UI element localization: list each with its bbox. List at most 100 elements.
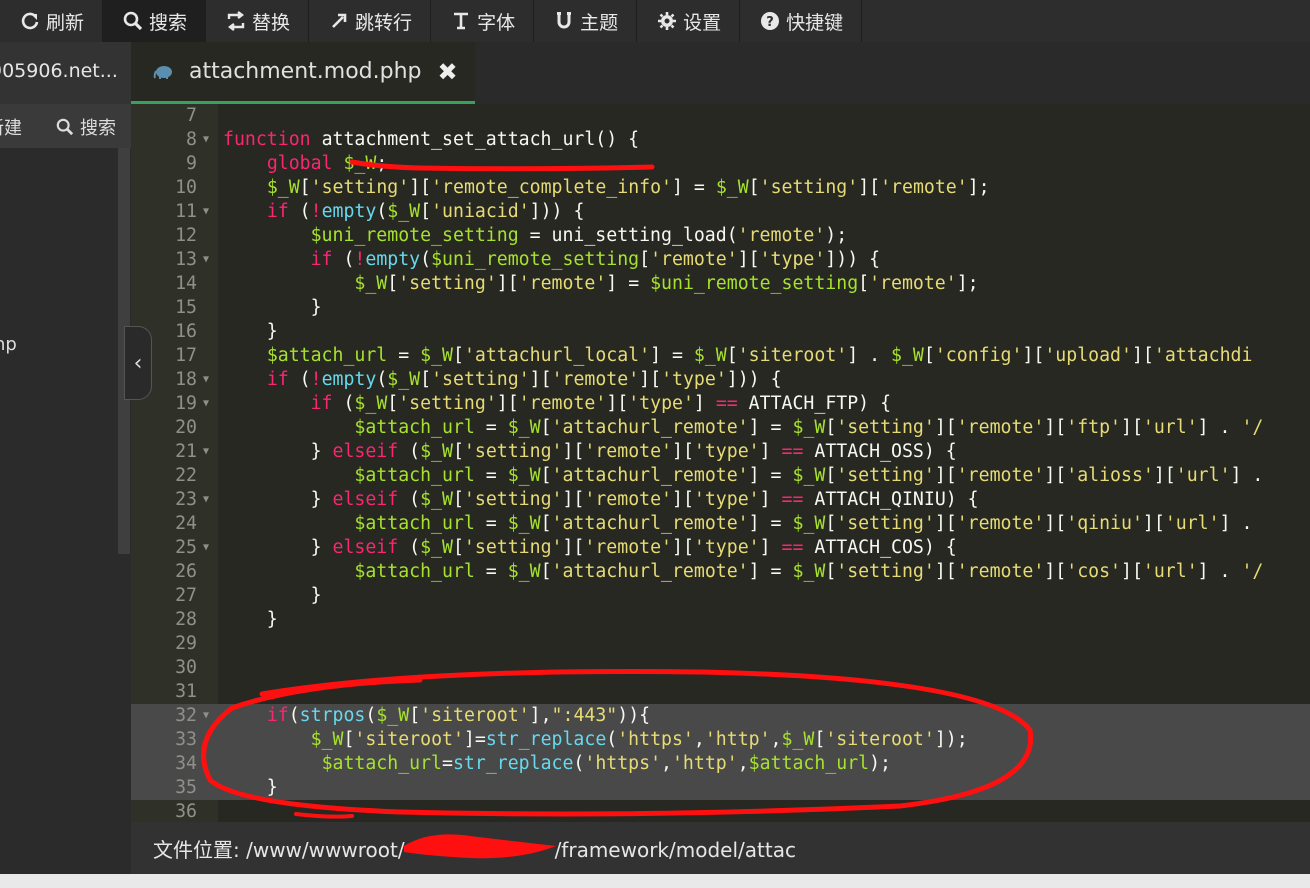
code-line[interactable]: 18 ▼ if (!empty($_W['setting']['remote'][… — [131, 368, 1310, 392]
fold-arrow-icon[interactable]: ▼ — [203, 368, 209, 392]
sidebar-file-item[interactable]: np — [0, 334, 17, 355]
code-text: global $_W; — [266, 153, 388, 174]
code-line[interactable]: 36 — [131, 800, 1310, 822]
line-number: 30 — [175, 657, 197, 678]
refresh-icon — [21, 12, 39, 30]
toolbar-button-4[interactable]: 字体 — [431, 0, 535, 42]
code-line[interactable]: 21 ▼ } elseif ($_W['setting']['remote']['… — [131, 440, 1310, 464]
code-line[interactable]: 30 — [131, 656, 1310, 680]
code-line[interactable]: 25 ▼ } elseif ($_W['setting']['remote']['… — [131, 536, 1310, 560]
file-path-label: 文件位置: /www/wwwroot/ /framework/model/atta… — [153, 834, 796, 863]
code-line[interactable]: 23 ▼ } elseif ($_W['setting']['remote']['… — [131, 488, 1310, 512]
line-number: 13 — [175, 249, 197, 270]
toolbar-button-label: 快捷键 — [786, 11, 844, 34]
close-tab-icon[interactable]: ✖ — [438, 58, 458, 86]
toolbar-button-0[interactable]: 刷新 — [0, 0, 104, 42]
fold-arrow-icon[interactable]: ▼ — [203, 200, 209, 224]
code-line[interactable]: 20 $attach_url = $_W['attachurl_remote']… — [131, 416, 1310, 440]
toolbar-button-6[interactable]: 设置 — [637, 0, 741, 42]
code-line[interactable]: 15 } — [131, 296, 1310, 320]
code-line[interactable]: 35 } — [131, 776, 1310, 800]
line-number: 26 — [175, 561, 197, 582]
code-line[interactable]: 27 } — [131, 584, 1310, 608]
fold-arrow-icon[interactable]: ▼ — [203, 248, 209, 272]
code-line[interactable]: 33 $_W['siteroot']=str_replace('https','… — [131, 728, 1310, 752]
fold-arrow-icon[interactable]: ▼ — [203, 128, 209, 152]
fold-arrow-icon[interactable]: ▼ — [203, 536, 209, 560]
code-line[interactable]: 12 $uni_remote_setting = uni_setting_loa… — [131, 224, 1310, 248]
code-line[interactable]: 14 $_W['setting']['remote'] = $uni_remot… — [131, 272, 1310, 296]
sidebar-actions: 新建 搜索 — [0, 104, 131, 148]
svg-text:?: ? — [766, 15, 774, 30]
code-line[interactable]: 24 $attach_url = $_W['attachurl_remote']… — [131, 512, 1310, 536]
fold-arrow-icon[interactable]: ▼ — [203, 488, 209, 512]
code-line[interactable]: 32 ▼ if(strpos($_W['siteroot'],":443")){ — [131, 704, 1310, 728]
toolbar-button-label: 主题 — [580, 11, 619, 34]
code-line[interactable]: 8 ▼ function attachment_set_attach_url() { — [131, 128, 1310, 152]
code-text: $_W['setting']['remote_complete_info'] =… — [266, 177, 990, 198]
fold-arrow-icon[interactable]: ▼ — [203, 440, 209, 464]
toolbar-button-2[interactable]: 替换 — [206, 0, 310, 42]
line-number: 29 — [175, 633, 197, 654]
bottom-strip — [0, 874, 1310, 888]
code-text: } elseif ($_W['setting']['remote']['type… — [223, 489, 979, 510]
code-line[interactable]: 9 global $_W; — [131, 152, 1310, 176]
line-number: 32 — [175, 705, 197, 726]
line-number: 25 — [175, 537, 197, 558]
theme-icon — [557, 12, 572, 29]
sidebar-search-button[interactable]: 搜索 — [56, 114, 116, 140]
code-line[interactable]: 31 — [131, 680, 1310, 704]
toolbar-button-label: 刷新 — [46, 11, 85, 34]
goto-line-icon — [332, 13, 347, 28]
code-line[interactable]: 16 } — [131, 320, 1310, 344]
code-text: if (!empty($_W['uniacid'])) { — [266, 201, 585, 222]
code-line[interactable]: 10 $_W['setting']['remote_complete_info'… — [131, 176, 1310, 200]
new-file-button[interactable]: 新建 — [0, 114, 22, 140]
line-number: 31 — [175, 681, 197, 702]
code-line[interactable]: 22 $attach_url = $_W['attachurl_remote']… — [131, 464, 1310, 488]
line-number: 20 — [175, 417, 197, 438]
toolbar-button-label: 替换 — [252, 11, 291, 34]
fold-arrow-icon[interactable]: ▼ — [203, 704, 209, 728]
toolbar-button-7[interactable]: ? 快捷键 — [740, 0, 863, 42]
code-line[interactable]: 17 $attach_url = $_W['attachurl_local'] … — [131, 344, 1310, 368]
line-number: 36 — [175, 801, 197, 822]
php-elephant-icon — [153, 65, 172, 79]
code-line[interactable]: 26 $attach_url = $_W['attachurl_remote']… — [131, 560, 1310, 584]
toolbar-button-5[interactable]: 主题 — [534, 0, 638, 42]
site-tab[interactable]: 905906.net... — [0, 42, 131, 104]
status-bar: 文件位置: /www/wwwroot/ /framework/model/atta… — [131, 822, 1310, 874]
code-line[interactable]: 28 } — [131, 608, 1310, 632]
toolbar-button-3[interactable]: 跳转行 — [309, 0, 432, 42]
line-number: 33 — [175, 729, 197, 750]
collapse-sidebar-button[interactable]: ‹ — [124, 326, 152, 400]
search-icon — [123, 11, 143, 31]
code-line[interactable]: 11 ▼ if (!empty($_W['uniacid'])) { — [131, 200, 1310, 224]
toolbar-button-1[interactable]: 搜索 — [103, 0, 207, 42]
code-text: $uni_remote_setting = uni_setting_load('… — [310, 225, 848, 246]
code-text: } elseif ($_W['setting']['remote']['type… — [223, 441, 957, 462]
file-path-prefix: 文件位置: /www/wwwroot/ — [153, 837, 405, 862]
code-line[interactable]: 13 ▼ if (!empty($uni_remote_setting['remo… — [131, 248, 1310, 272]
code-text: $attach_url=str_replace('https','http',$… — [321, 753, 891, 774]
help-icon: ? — [761, 12, 780, 30]
code-text: $_W['siteroot']=str_replace('https','htt… — [310, 729, 968, 750]
font-icon — [454, 12, 469, 30]
line-number: 35 — [175, 777, 197, 798]
code-text: $attach_url = $_W['attachurl_local'] = $… — [266, 345, 1253, 366]
line-number: 7 — [186, 105, 197, 126]
code-line[interactable]: 19 ▼ if ($_W['setting']['remote']['type']… — [131, 392, 1310, 416]
code-line[interactable]: 34 $attach_url=str_replace('https','http… — [131, 752, 1310, 776]
fold-arrow-icon[interactable]: ▼ — [203, 392, 209, 416]
code-line[interactable]: 29 — [131, 632, 1310, 656]
toolbar-button-label: 跳转行 — [355, 11, 413, 34]
file-tab-attachment[interactable]: attachment.mod.php ✖ — [131, 42, 475, 104]
code-text: $_W['setting']['remote'] = $uni_remote_s… — [354, 273, 979, 294]
file-tab-name: attachment.mod.php — [189, 59, 422, 84]
line-number: 10 — [175, 177, 197, 198]
code-text: } — [223, 585, 322, 606]
code-text: $attach_url = $_W['attachurl_remote'] = … — [354, 513, 1253, 534]
line-number: 21 — [175, 441, 197, 462]
code-line[interactable]: 7 — [131, 104, 1310, 128]
code-editor[interactable]: 7 8 ▼ function attachment_set_attach_url() … — [131, 104, 1310, 822]
